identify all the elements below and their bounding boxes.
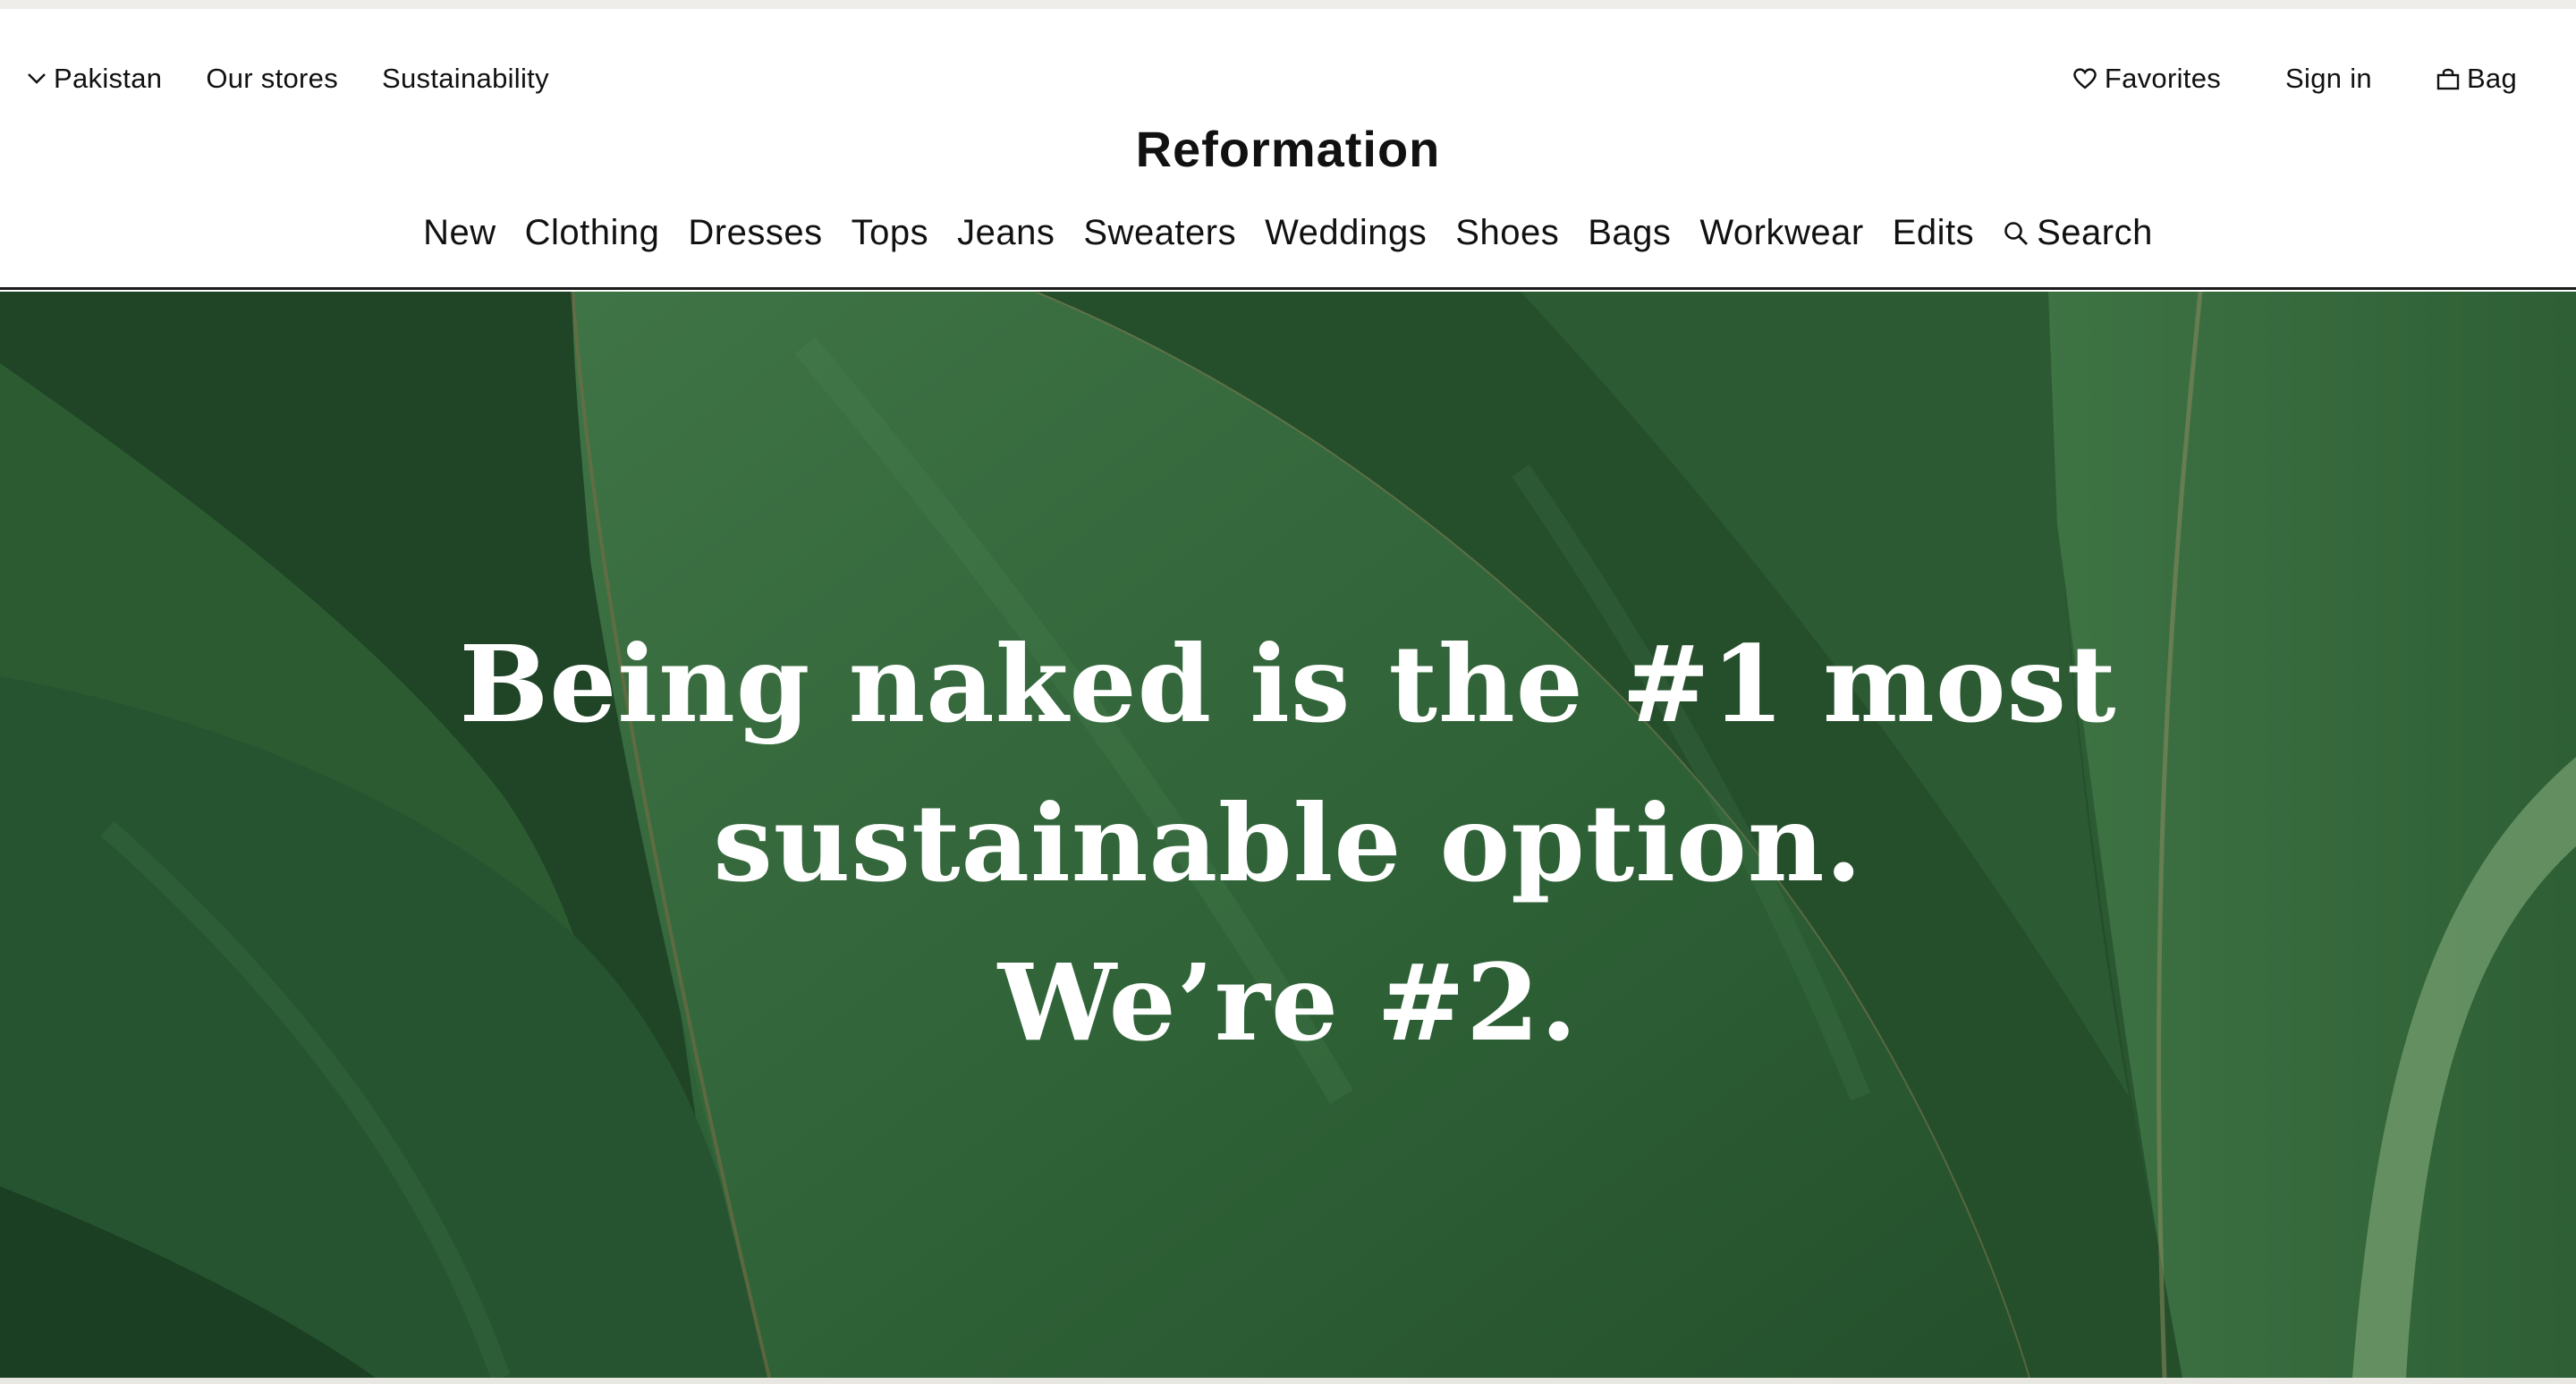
search-label: Search [2037, 213, 2153, 252]
nav-item-clothing[interactable]: Clothing [525, 213, 660, 253]
header-divider [0, 287, 2576, 290]
sign-in-label: Sign in [2285, 63, 2372, 94]
chevron-down-icon [27, 72, 47, 85]
hero-headline-line-2: sustainable option. [713, 781, 1863, 905]
our-stores-label: Our stores [206, 63, 339, 94]
nav-item-jeans[interactable]: Jeans [957, 213, 1055, 253]
utility-nav-right: Favorites Sign in Bag [2008, 63, 2517, 95]
site-header: Pakistan Our stores Sustainability Favor… [0, 9, 2576, 289]
hero-headline-line-3: We’re #2. [997, 940, 1579, 1065]
favorites-label: Favorites [2104, 63, 2222, 94]
nav-item-new[interactable]: New [423, 213, 496, 253]
nav-item-bags[interactable]: Bags [1588, 213, 1671, 253]
top-strip [0, 0, 2576, 9]
search-icon [2003, 220, 2029, 247]
bag-link[interactable]: Bag [2436, 63, 2517, 95]
heart-icon [2072, 67, 2097, 90]
nav-item-dresses[interactable]: Dresses [688, 213, 822, 253]
main-nav: New Clothing Dresses Tops Jeans Sweaters… [0, 213, 2576, 253]
brand-logo[interactable]: Reformation [0, 121, 2576, 178]
nav-item-sweaters[interactable]: Sweaters [1083, 213, 1236, 253]
nav-item-shoes[interactable]: Shoes [1455, 213, 1559, 253]
nav-item-weddings[interactable]: Weddings [1265, 213, 1427, 253]
hero-banner[interactable]: Being naked is the #1 most sustainable o… [0, 292, 2576, 1378]
utility-nav-left: Pakistan Our stores Sustainability [27, 63, 593, 95]
search-button[interactable]: Search [2003, 213, 2153, 253]
region-selector[interactable]: Pakistan [27, 63, 162, 95]
nav-item-edits[interactable]: Edits [1893, 213, 1974, 253]
bag-label: Bag [2466, 63, 2517, 94]
nav-item-tops[interactable]: Tops [852, 213, 929, 253]
sustainability-link[interactable]: Sustainability [382, 63, 549, 95]
hero-headline: Being naked is the #1 most sustainable o… [0, 605, 2576, 1083]
nav-item-workwear[interactable]: Workwear [1699, 213, 1863, 253]
sustainability-label: Sustainability [382, 63, 549, 94]
our-stores-link[interactable]: Our stores [206, 63, 338, 95]
sign-in-link[interactable]: Sign in [2285, 63, 2372, 95]
bottom-strip [0, 1378, 2576, 1384]
region-label: Pakistan [54, 63, 163, 94]
shopping-bag-icon [2436, 67, 2460, 90]
hero-headline-line-1: Being naked is the #1 most [459, 622, 2117, 746]
favorites-link[interactable]: Favorites [2072, 63, 2221, 95]
